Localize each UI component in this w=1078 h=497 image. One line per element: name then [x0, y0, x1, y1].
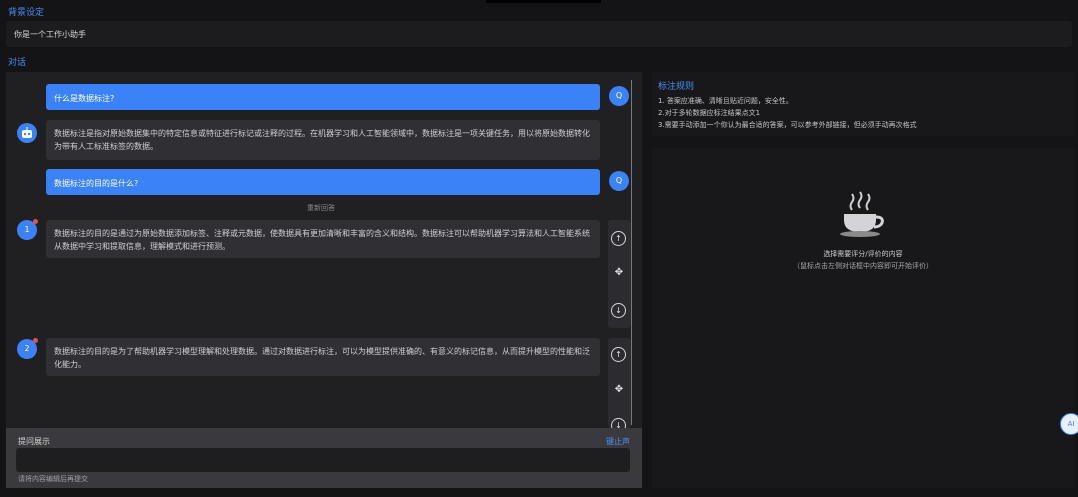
unread-dot	[33, 338, 38, 343]
answer-controls: ↑ ✥ ↓	[608, 338, 631, 433]
unread-dot	[33, 219, 38, 224]
rules-title: 标注规则	[658, 82, 695, 92]
user-avatar: Q	[609, 171, 629, 191]
bot-avatar-icon	[17, 123, 37, 143]
move-up-button[interactable]: ↑	[611, 347, 626, 362]
dialog-section-title: 对话	[8, 58, 27, 68]
user-message[interactable]: 什么是数据标注?	[46, 84, 600, 110]
drag-handle-icon[interactable]: ✥	[611, 265, 627, 281]
user-avatar: Q	[609, 86, 629, 106]
system-prompt-text: 你是一个工作小助手	[14, 30, 86, 39]
empty-state-title: 选择需要评分/评价的内容	[823, 250, 903, 258]
annotation-rules-panel: 标注规则 1. 答案应准确、清晰且贴近问题，安全性。 2.对于多轮数据应标注结果…	[652, 72, 1074, 136]
chat-scrollbar[interactable]	[631, 80, 632, 425]
user-message-text: 什么是数据标注?	[54, 94, 115, 103]
window-top-bar	[486, 0, 601, 3]
system-section-title: 背景设定	[8, 8, 45, 18]
user-message[interactable]: 数据标注的目的是什么?	[46, 169, 600, 195]
answer-option-text: 数据标注的目的是通过为原始数据添加标签、注释或元数据，使数据具有更加清晰和丰富的…	[54, 229, 590, 251]
evaluation-panel: 选择需要评分/评价的内容 （鼠标点击左侧对话框中内容即可开始评价）	[652, 148, 1074, 488]
answer-option[interactable]: 数据标注的目的是为了帮助机器学习模型理解和处理数据。通过对数据进行标注，可以为模…	[46, 338, 600, 376]
question-input-panel: 提问展示 键止声 请将内容编辑后再提交	[6, 428, 642, 488]
rule-item: 2.对于多轮数据应标注结果点文1	[658, 109, 761, 117]
user-message-text: 数据标注的目的是什么?	[54, 179, 139, 188]
answer-option[interactable]: 数据标注的目的是通过为原始数据添加标签、注释或元数据，使数据具有更加清晰和丰富的…	[46, 220, 600, 258]
assistant-message-text: 数据标注是指对原始数据集中的特定信息或特征进行标记或注释的过程。在机器学习和人工…	[54, 129, 590, 151]
rule-item: 3.需要手动添加一个你认为最合适的答案，可以参考外部链接，但必须手动再次格式	[658, 121, 917, 129]
move-down-button[interactable]: ↓	[611, 303, 626, 318]
answer-controls: ↑ ✥ ↓	[608, 220, 631, 328]
ai-assistant-button[interactable]: AI	[1060, 413, 1078, 435]
coffee-cup-icon	[836, 188, 890, 240]
answer-option-text: 数据标注的目的是为了帮助机器学习模型理解和处理数据。通过对数据进行标注，可以为模…	[54, 347, 590, 369]
empty-state-hint: （鼠标点击左侧对话框中内容即可开始评价）	[793, 262, 933, 270]
input-hint: 请将内容编辑后再提交	[18, 475, 88, 483]
drag-handle-icon[interactable]: ✥	[611, 382, 627, 398]
assistant-message[interactable]: 数据标注是指对原始数据集中的特定信息或特征进行标记或注释的过程。在机器学习和人工…	[46, 120, 600, 160]
rule-item: 1. 答案应准确、清晰且贴近问题，安全性。	[658, 97, 793, 105]
input-action-link[interactable]: 键止声	[606, 436, 630, 447]
input-label: 提问展示	[18, 437, 50, 446]
system-prompt-box[interactable]: 你是一个工作小助手	[6, 21, 1072, 47]
regenerate-note[interactable]: 重新回答	[307, 203, 335, 213]
question-input[interactable]	[16, 448, 630, 472]
move-up-button[interactable]: ↑	[611, 231, 626, 246]
